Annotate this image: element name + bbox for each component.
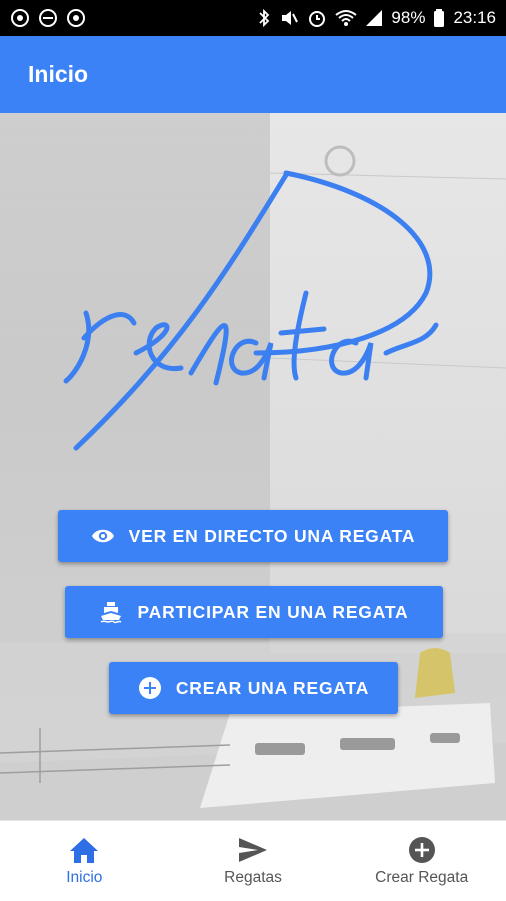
signal-icon (365, 9, 383, 27)
participate-regatta-button[interactable]: PARTICIPAR EN UNA REGATA (65, 586, 443, 638)
regata-logo: regata (63, 170, 439, 451)
status-right-icons: 98% 23:16 (257, 8, 496, 28)
nav-item-crear-regata[interactable]: Crear Regata (337, 821, 506, 901)
page-title: Inicio (28, 61, 89, 87)
mute-icon (279, 8, 299, 28)
nav-item-regatas[interactable]: Regatas (169, 821, 338, 901)
nav-item-inicio[interactable]: Inicio (0, 821, 169, 901)
create-regatta-label: CREAR UNA REGATA (175, 677, 370, 698)
status-bar: 98% 23:16 (0, 0, 506, 36)
bottom-navigation: Inicio Regatas Crear Regata (0, 820, 506, 901)
wifi-icon (335, 9, 358, 27)
boat-icon (99, 600, 123, 624)
clock: 23:16 (453, 8, 496, 27)
watch-live-regatta-label: VER EN DIRECTO UNA REGATA (128, 525, 416, 546)
bluetooth-icon (257, 8, 271, 28)
minus-circle-icon (38, 8, 58, 28)
whatsapp-icon (66, 8, 86, 28)
app-bar: Inicio (0, 36, 506, 113)
participate-regatta-label: PARTICIPAR EN UNA REGATA (137, 601, 409, 622)
add-circle-icon (407, 835, 437, 865)
watch-live-regatta-button[interactable]: VER EN DIRECTO UNA REGATA (58, 510, 448, 562)
nav-label-inicio: Inicio (66, 869, 103, 886)
battery-icon (433, 8, 445, 28)
battery-percent: 98% (391, 8, 426, 27)
home-icon (69, 835, 99, 865)
eye-icon (91, 524, 115, 548)
create-regatta-button[interactable]: CREAR UNA REGATA (109, 662, 398, 714)
status-left-icons (10, 8, 86, 28)
nav-label-crear-regata: Crear Regata (375, 869, 469, 886)
add-circle-icon (138, 676, 162, 700)
send-icon (238, 835, 268, 865)
alarm-icon (307, 8, 327, 28)
whatsapp-icon (10, 8, 30, 28)
nav-label-regatas: Regatas (224, 869, 282, 886)
